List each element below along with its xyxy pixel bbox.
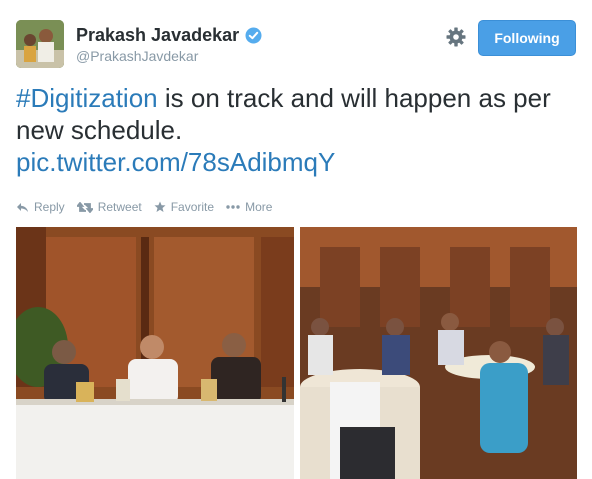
retweet-action[interactable]: Retweet: [76, 200, 142, 214]
favorite-action[interactable]: Favorite: [154, 200, 214, 214]
more-label: More: [245, 200, 273, 214]
reply-label: Reply: [34, 200, 65, 214]
tweet-actions: Reply Retweet Favorite More: [16, 200, 284, 214]
gear-icon[interactable]: [445, 26, 467, 48]
tweet-text: #Digitization is on track and will happe…: [16, 82, 576, 178]
more-action[interactable]: More: [226, 200, 272, 214]
display-name-text[interactable]: Prakash Javadekar: [76, 25, 239, 46]
tweet-photo-1[interactable]: [16, 227, 294, 479]
user-handle[interactable]: @PrakashJavdekar: [76, 48, 198, 64]
reply-action[interactable]: Reply: [16, 200, 65, 214]
more-dots-icon: [226, 205, 240, 209]
following-button[interactable]: Following: [478, 20, 576, 56]
tweet-photo-2[interactable]: [300, 227, 577, 479]
avatar[interactable]: [16, 20, 64, 68]
favorite-label: Favorite: [170, 200, 215, 214]
hashtag-link[interactable]: #Digitization: [16, 83, 158, 113]
favorite-star-icon: [154, 201, 166, 212]
user-display-name[interactable]: Prakash Javadekar: [76, 25, 262, 46]
verified-badge-icon: [245, 27, 262, 44]
retweet-icon: [76, 201, 93, 213]
retweet-label: Retweet: [97, 200, 142, 214]
reply-icon: [17, 202, 28, 212]
photo-link[interactable]: pic.twitter.com/78sAdibmqY: [16, 147, 335, 177]
